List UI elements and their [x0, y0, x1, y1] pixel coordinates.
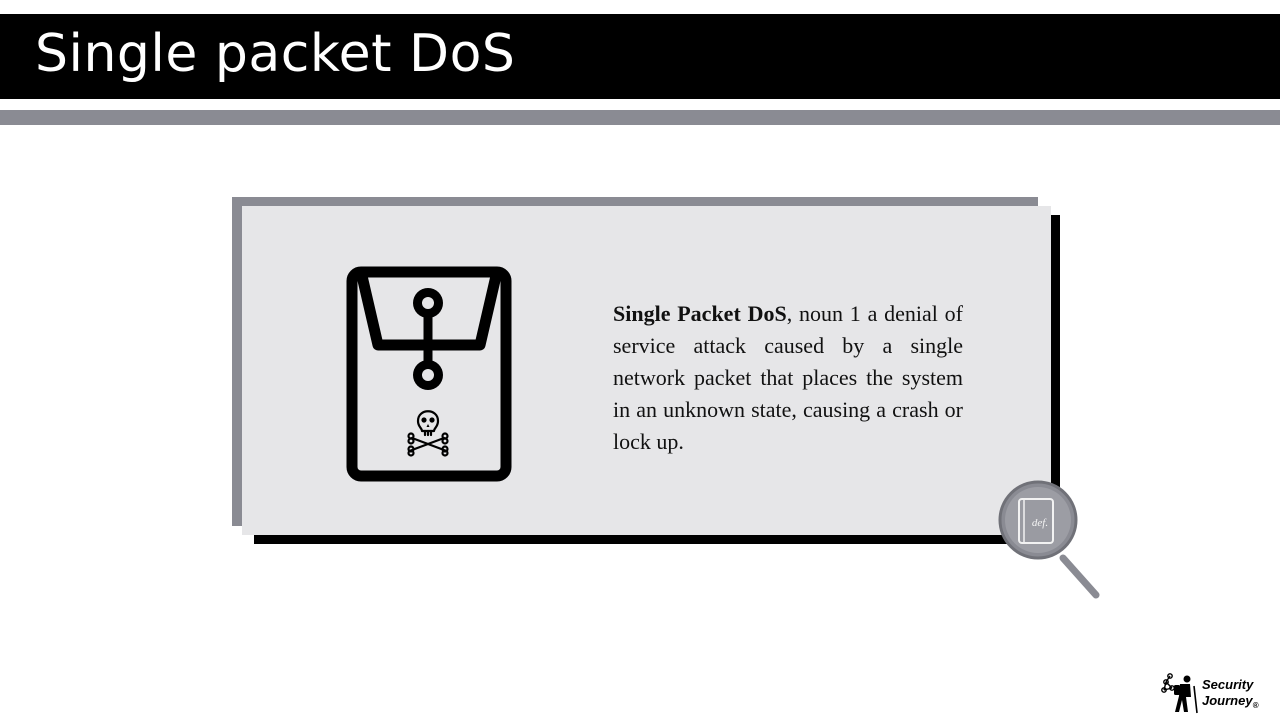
registered-mark: ®: [1252, 701, 1259, 710]
definition-term: Single Packet DoS: [613, 301, 787, 326]
sealed-envelope-skull-icon: [346, 266, 512, 482]
title-underline: [0, 110, 1280, 125]
hiker-network-icon: [1161, 673, 1198, 714]
logo-line-1: Security: [1202, 677, 1254, 692]
magnifier-label: def.: [1032, 517, 1048, 529]
logo-text: Security Journey®: [1202, 677, 1258, 714]
slide-title: Single packet DoS: [35, 24, 516, 84]
security-journey-logo: Security Journey®: [1160, 672, 1270, 716]
definition-text: Single Packet DoS, noun 1 a denial of se…: [613, 298, 963, 458]
magnifier-definition-icon: def.: [998, 480, 1100, 599]
logo-line-2: Journey: [1202, 693, 1253, 708]
title-bar: Single packet DoS: [0, 14, 1280, 99]
